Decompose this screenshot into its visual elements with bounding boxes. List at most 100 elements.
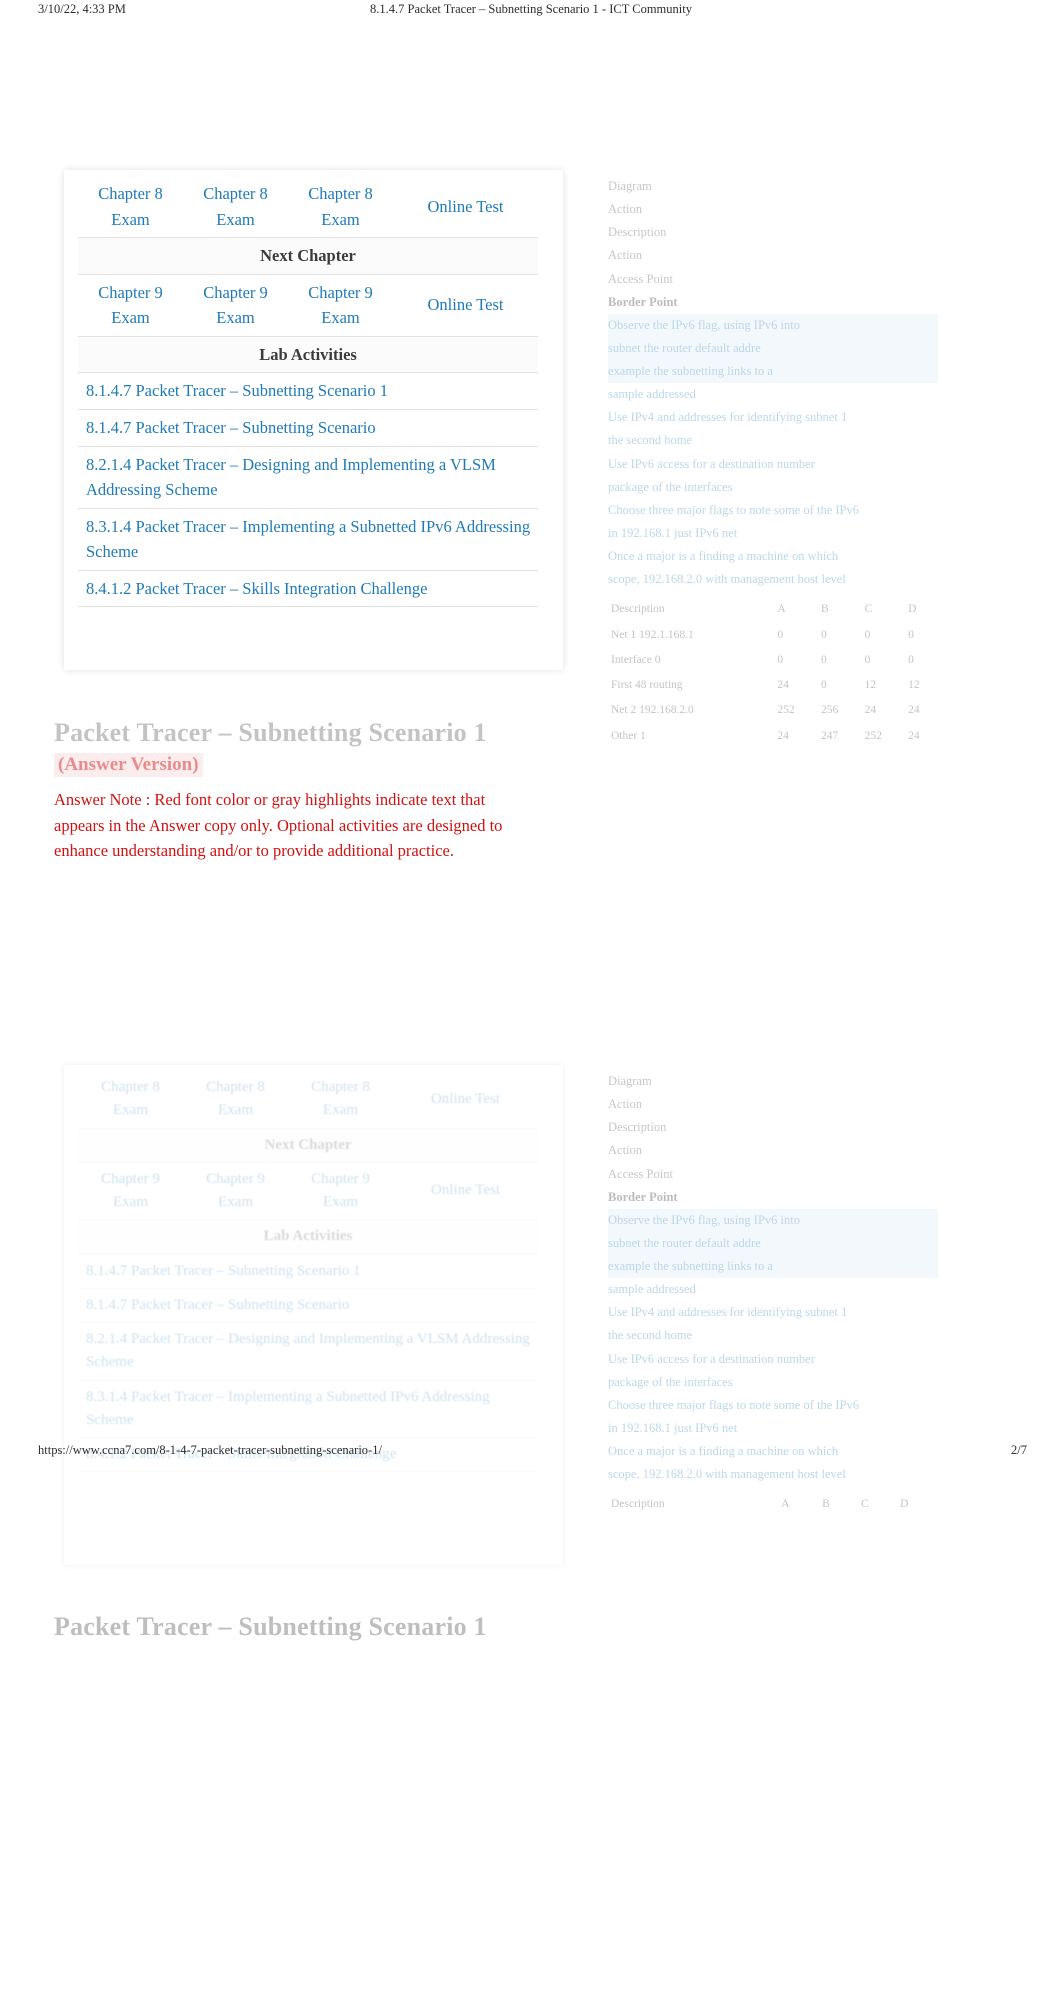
dup-chapter8-exam-cell-1[interactable]: Chapter 8 Exam xyxy=(78,1071,183,1129)
cell-h3: C xyxy=(864,603,873,616)
chapter9-online-test-cell[interactable]: Online Test xyxy=(393,274,538,337)
side-panel-table-top: Description A B C D Net 1 192.1.168.1 0 … xyxy=(608,597,938,749)
lab-link-4[interactable]: 8.3.1.4 Packet Tracer – Implementing a S… xyxy=(86,517,530,562)
cell-r0c2: 0 xyxy=(820,628,827,641)
dup-lab-link-3[interactable]: 8.2.1.4 Packet Tracer – Designing and Im… xyxy=(86,1331,530,1370)
lab-link-cell-2[interactable]: 8.1.4.7 Packet Tracer – Subnetting Scena… xyxy=(78,409,538,447)
side2-body-0: Observe the IPv6 flag, using IPv6 into xyxy=(608,1208,938,1232)
dup-chapter9-online-test-link[interactable]: Online Test xyxy=(431,1182,500,1198)
chapter8-exam-link-2[interactable]: Chapter 8 Exam xyxy=(203,184,268,229)
chapter9-exam-cell-2[interactable]: Chapter 9 Exam xyxy=(183,274,288,337)
dup-chapter9-exam-cell-2[interactable]: Chapter 9 Exam xyxy=(183,1162,288,1221)
cell-r4c2: 247 xyxy=(820,729,839,742)
dup-lab-link-1[interactable]: 8.1.4.7 Packet Tracer – Subnetting Scena… xyxy=(86,1263,361,1279)
table-row: Net 2 192.168.2.0 252 256 24 24 xyxy=(608,698,938,723)
side2-body-1: subnet the router default addre xyxy=(608,1231,938,1255)
table-row: 8.1.4.7 Packet Tracer – Subnetting Scena… xyxy=(78,409,538,447)
navigation-table-duplicate: Chapter 8 Exam Chapter 8 Exam Chapter 8 … xyxy=(78,1071,538,1473)
chapter9-exam-link-3[interactable]: Chapter 9 Exam xyxy=(308,283,373,328)
side2-line-4: Access Point xyxy=(608,1166,673,1181)
table-row: Other 1 24 247 252 24 xyxy=(608,724,938,749)
dup-lab-link-cell-1[interactable]: 8.1.4.7 Packet Tracer – Subnetting Scena… xyxy=(78,1254,538,1289)
cell-r1c4: 0 xyxy=(908,653,914,666)
page-top-faint-text xyxy=(0,14,1062,30)
chapter9-exam-cell-3[interactable]: Chapter 9 Exam xyxy=(288,274,393,337)
dup-chapter9-exam-cell-3[interactable]: Chapter 9 Exam xyxy=(288,1162,393,1221)
dup-chapter8-online-test-link[interactable]: Online Test xyxy=(431,1091,500,1107)
cell-r0c1: 0 xyxy=(777,628,784,641)
chapter9-exam-link-2[interactable]: Chapter 9 Exam xyxy=(203,283,268,328)
cell-r1c3: 0 xyxy=(864,653,871,666)
dup-chapter9-exam-link-1[interactable]: Chapter 9 Exam xyxy=(101,1171,160,1210)
cell-r0c4: 0 xyxy=(908,628,914,641)
cell-r4c1: 24 xyxy=(777,729,789,742)
table-row: Description A B C D xyxy=(608,1492,938,1517)
lab-link-cell-1[interactable]: 8.1.4.7 Packet Tracer – Subnetting Scena… xyxy=(78,372,538,410)
dup-lab-link-cell-4[interactable]: 8.3.1.4 Packet Tracer – Implementing a S… xyxy=(78,1380,538,1438)
cell-r2c4: 12 xyxy=(908,679,920,692)
table-row: 8.3.1.4 Packet Tracer – Implementing a S… xyxy=(78,1380,538,1438)
dup-chapter8-exam-cell-2[interactable]: Chapter 8 Exam xyxy=(183,1071,288,1129)
cell-r4c4: 24 xyxy=(908,729,920,742)
dup-chapter9-exam-link-2[interactable]: Chapter 9 Exam xyxy=(206,1171,265,1210)
side-body-0: Observe the IPv6 flag, using IPv6 into xyxy=(608,313,938,337)
side2-body-5: the second home xyxy=(608,1328,693,1343)
table-row: Description A B C D xyxy=(608,597,938,622)
cell-r1c2: 0 xyxy=(820,653,827,666)
dup-chapter9-exam-cell-1[interactable]: Chapter 9 Exam xyxy=(78,1162,183,1221)
chapter8-exam-cell-1[interactable]: Chapter 8 Exam xyxy=(78,176,183,239)
table-row: First 48 routing 24 0 12 12 xyxy=(608,673,938,698)
table-row: 8.1.4.7 Packet Tracer – Subnetting Scena… xyxy=(78,1288,538,1324)
chapter8-online-test-link[interactable]: Online Test xyxy=(428,197,504,216)
lab-link-cell-3[interactable]: 8.2.1.4 Packet Tracer – Designing and Im… xyxy=(78,446,538,509)
side-body-1: subnet the router default addre xyxy=(608,336,938,360)
chapter8-exam-link-3[interactable]: Chapter 8 Exam xyxy=(308,184,373,229)
table-row: 8.1.4.7 Packet Tracer – Subnetting Scena… xyxy=(78,372,538,410)
dup-lab-link-cell-2[interactable]: 8.1.4.7 Packet Tracer – Subnetting Scena… xyxy=(78,1288,538,1324)
dup-lab-link-cell-3[interactable]: 8.2.1.4 Packet Tracer – Designing and Im… xyxy=(78,1322,538,1381)
dup-lab-link-2[interactable]: 8.1.4.7 Packet Tracer – Subnetting Scena… xyxy=(86,1297,349,1313)
cell-r3c2: 256 xyxy=(820,704,839,717)
dup-chapter9-exam-link-3[interactable]: Chapter 9 Exam xyxy=(311,1171,370,1210)
side-body-5: the second home xyxy=(608,433,693,448)
chapter9-online-test-link[interactable]: Online Test xyxy=(428,295,504,314)
dup-chapter8-exam-link-3[interactable]: Chapter 8 Exam xyxy=(311,1079,370,1118)
next-chapter-heading: Next Chapter xyxy=(78,237,538,275)
lab-link-cell-5[interactable]: 8.4.1.2 Packet Tracer – Skills Integrati… xyxy=(78,570,538,608)
dup-chapter8-online-test-cell[interactable]: Online Test xyxy=(393,1071,538,1129)
dup-chapter8-exam-link-2[interactable]: Chapter 8 Exam xyxy=(206,1079,265,1118)
chapter9-exam-cell-1[interactable]: Chapter 9 Exam xyxy=(78,274,183,337)
lab-link-1[interactable]: 8.1.4.7 Packet Tracer – Subnetting Scena… xyxy=(86,381,388,400)
lab-link-cell-4[interactable]: 8.3.1.4 Packet Tracer – Implementing a S… xyxy=(78,508,538,571)
cell2-h4: D xyxy=(900,1498,909,1511)
answer-note: Answer Note : Red font color or gray hig… xyxy=(54,787,524,864)
chapter9-exam-link-1[interactable]: Chapter 9 Exam xyxy=(98,283,163,328)
side2-line-1: Action xyxy=(608,1097,643,1112)
table-row: 8.2.1.4 Packet Tracer – Designing and Im… xyxy=(78,446,538,509)
table-row: Chapter 9 Exam Chapter 9 Exam Chapter 9 … xyxy=(78,274,538,337)
cell-r4c0: Other 1 xyxy=(611,729,646,742)
side-line-2: Description xyxy=(608,225,667,240)
cell2-h2: B xyxy=(822,1498,830,1511)
cell-r2c0: First 48 routing xyxy=(611,679,683,692)
lab-link-3[interactable]: 8.2.1.4 Packet Tracer – Designing and Im… xyxy=(86,455,496,500)
chapter8-exam-cell-2[interactable]: Chapter 8 Exam xyxy=(183,176,288,239)
cell-r0c0: Net 1 192.1.168.1 xyxy=(611,628,694,641)
chapter8-exam-link-1[interactable]: Chapter 8 Exam xyxy=(98,184,163,229)
lab-link-2[interactable]: 8.1.4.7 Packet Tracer – Subnetting Scena… xyxy=(86,418,376,437)
dup-chapter8-exam-link-1[interactable]: Chapter 8 Exam xyxy=(101,1079,160,1118)
chapter8-exam-cell-3[interactable]: Chapter 8 Exam xyxy=(288,176,393,239)
navigation-table: Chapter 8 Exam Chapter 8 Exam Chapter 8 … xyxy=(78,176,538,608)
side2-line-0: Diagram xyxy=(608,1074,652,1088)
side-body-11: scope, 192.168.2.0 with management host … xyxy=(608,572,846,587)
dup-lab-link-4[interactable]: 8.3.1.4 Packet Tracer – Implementing a S… xyxy=(86,1389,490,1428)
side-panel-table-bottom: Description A B C D xyxy=(608,1492,938,1517)
cell-r1c0: Interface 0 xyxy=(611,653,661,666)
side2-body-2: example the subnetting links to a xyxy=(608,1255,938,1279)
chapter8-online-test-cell[interactable]: Online Test xyxy=(393,176,538,239)
cell2-h1: A xyxy=(781,1498,790,1511)
lab-link-5[interactable]: 8.4.1.2 Packet Tracer – Skills Integrati… xyxy=(86,579,427,598)
dup-chapter9-online-test-cell[interactable]: Online Test xyxy=(393,1162,538,1221)
dup-next-chapter-heading: Next Chapter xyxy=(78,1128,538,1163)
dup-chapter8-exam-cell-3[interactable]: Chapter 8 Exam xyxy=(288,1071,393,1129)
